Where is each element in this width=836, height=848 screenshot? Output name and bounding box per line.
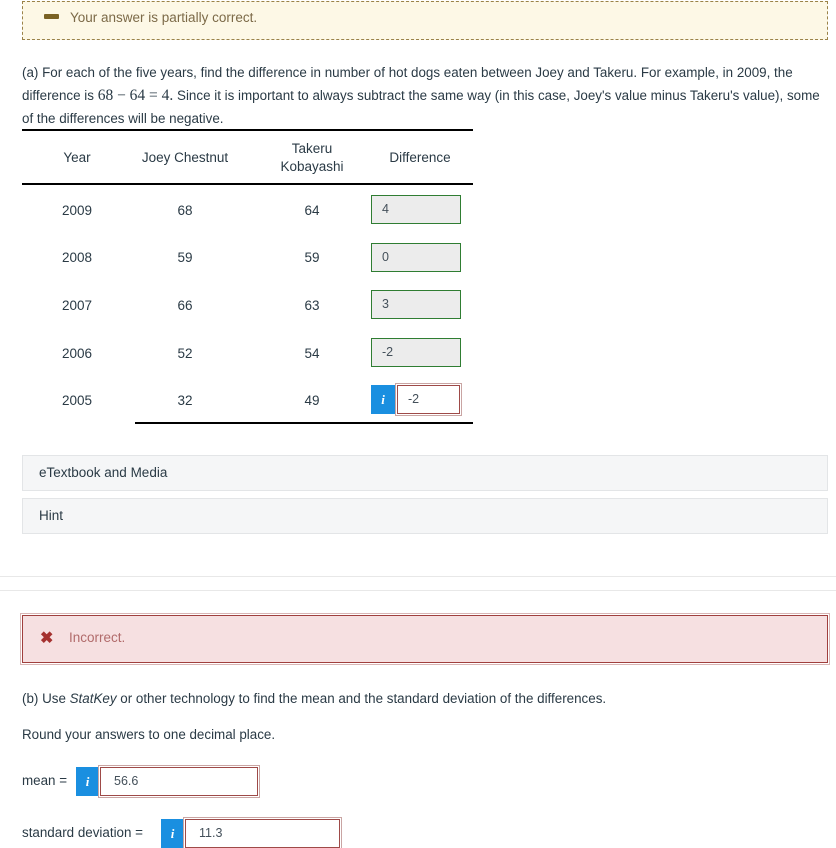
table-cell-takeru: 59 <box>304 250 320 265</box>
mean-label: mean = <box>22 773 68 788</box>
incorrect-banner: ✖ Incorrect. <box>20 613 830 665</box>
column-header-difference: Difference <box>389 150 451 165</box>
table-cell-takeru: 54 <box>304 346 320 361</box>
section-divider-top <box>0 576 836 577</box>
standard-deviation-input[interactable]: 11.3 <box>183 817 342 848</box>
table-cell-joey: 68 <box>177 203 193 218</box>
question-b-text: (b) Use StatKey or other technology to f… <box>22 688 812 710</box>
table-cell-joey: 52 <box>177 346 193 361</box>
incorrect-text: Incorrect. <box>69 630 126 645</box>
table-row: 2007 <box>61 298 93 313</box>
standard-deviation-label: standard deviation = <box>22 825 143 840</box>
column-header-year: Year <box>63 150 91 165</box>
table-row: 2005 <box>61 393 93 408</box>
difference-input-2009[interactable]: 4 <box>371 195 461 224</box>
question-b-statkey: StatKey <box>69 691 117 706</box>
question-b-prefix: (b) Use <box>22 691 70 706</box>
table-row: 2008 <box>61 250 93 265</box>
question-b-suffix: or other technology to find the mean and… <box>116 691 607 706</box>
partially-correct-banner: Your answer is partially correct. <box>22 1 828 40</box>
x-mark-icon: ✖ <box>40 630 54 647</box>
table-rule-middle <box>22 183 473 185</box>
difference-input-2008[interactable]: 0 <box>371 243 461 272</box>
partially-correct-text: Your answer is partially correct. <box>70 10 258 25</box>
info-icon-mean[interactable]: i <box>76 767 99 796</box>
table-cell-joey: 66 <box>177 298 193 313</box>
rounding-instruction: Round your answers to one decimal place. <box>22 727 276 742</box>
table-rule-top <box>22 129 473 131</box>
column-header-takeru-line1: Takeru <box>291 141 333 156</box>
table-cell-takeru: 64 <box>304 203 320 218</box>
table-cell-joey: 59 <box>177 250 193 265</box>
table-rule-bottom <box>135 422 473 424</box>
table-cell-takeru: 63 <box>304 298 320 313</box>
column-header-takeru-line2: Kobayashi <box>280 159 344 174</box>
table-cell-takeru: 49 <box>304 393 320 408</box>
info-icon-2005[interactable]: i <box>371 385 395 414</box>
difference-input-2007[interactable]: 3 <box>371 290 461 319</box>
difference-input-2005[interactable]: -2 <box>395 383 462 416</box>
question-a-text: (a) For each of the five years, find the… <box>22 61 822 130</box>
etextbook-and-media-button[interactable]: eTextbook and Media <box>22 455 828 491</box>
info-icon-standard-deviation[interactable]: i <box>161 819 184 848</box>
difference-input-2006[interactable]: -2 <box>371 338 461 367</box>
table-row: 2006 <box>61 346 93 361</box>
column-header-takeru: Takeru Kobayashi <box>262 140 362 176</box>
column-header-joey: Joey Chestnut <box>141 150 229 165</box>
mean-input[interactable]: 56.6 <box>98 765 260 798</box>
question-a-math: 68 − 64 = 4. <box>97 87 174 104</box>
table-row: 2009 <box>61 203 93 218</box>
minus-dash-icon <box>44 14 59 19</box>
table-cell-joey: 32 <box>177 393 193 408</box>
section-divider-bottom <box>0 590 836 591</box>
hint-button[interactable]: Hint <box>22 498 828 534</box>
